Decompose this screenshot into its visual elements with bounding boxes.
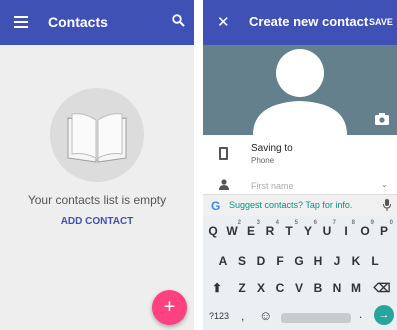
suggestion-text[interactable]: Suggest contacts? Tap for info. (229, 200, 352, 210)
key-p[interactable]: P0 (375, 220, 393, 238)
key-n[interactable]: N (328, 281, 346, 295)
search-icon[interactable] (172, 14, 185, 27)
contacts-app-bar: Contacts (0, 0, 194, 45)
empty-illustration (50, 88, 144, 182)
first-name-row (203, 174, 397, 194)
emoji-key[interactable]: ☺ (259, 308, 272, 323)
key-u[interactable]: U7 (318, 220, 336, 238)
google-icon: G (211, 199, 221, 213)
period-key[interactable]: . (359, 307, 362, 321)
create-title: Create new contact (249, 14, 369, 29)
book-icon (67, 113, 127, 163)
backspace-key[interactable]: ⌫ (373, 281, 391, 295)
create-contact-screen: ✕ Create new contact SAVE Saving to Phon… (203, 0, 397, 330)
chevron-down-icon[interactable]: ⌄ (381, 180, 388, 189)
key-s[interactable]: S (233, 254, 251, 268)
key-f[interactable]: F (271, 254, 289, 268)
key-w[interactable]: W2 (223, 220, 241, 238)
key-b[interactable]: B (309, 281, 327, 295)
mic-icon[interactable] (383, 199, 391, 211)
key-v[interactable]: V (290, 281, 308, 295)
add-contact-button[interactable]: ADD CONTACT (0, 216, 194, 227)
phone-icon (219, 147, 228, 160)
symbols-key[interactable]: ?123 (209, 311, 229, 321)
key-z[interactable]: Z (233, 281, 251, 295)
key-h[interactable]: H (309, 254, 327, 268)
close-icon[interactable]: ✕ (217, 13, 230, 31)
avatar-placeholder-icon (253, 49, 347, 135)
key-k[interactable]: K (347, 254, 365, 268)
key-t[interactable]: T5 (280, 220, 298, 238)
shift-key[interactable]: ⬆ (208, 281, 226, 295)
saving-to-value: Phone (251, 156, 275, 165)
key-g[interactable]: G (290, 254, 308, 268)
key-m[interactable]: M (347, 281, 365, 295)
saving-to-row[interactable] (203, 135, 397, 173)
comma-key[interactable]: , (241, 309, 244, 323)
camera-icon[interactable] (375, 113, 389, 125)
save-button[interactable]: SAVE (369, 17, 393, 27)
key-e[interactable]: E3 (242, 220, 260, 238)
enter-key[interactable]: → (374, 305, 394, 325)
saving-to-label: Saving to (251, 143, 293, 154)
key-a[interactable]: A (214, 254, 232, 268)
contacts-screen: Contacts Your contacts list is empty ADD… (0, 0, 194, 330)
menu-icon[interactable] (14, 16, 28, 28)
space-key[interactable] (281, 313, 351, 323)
key-j[interactable]: J (328, 254, 346, 268)
empty-message: Your contacts list is empty (27, 193, 167, 207)
create-app-bar: ✕ Create new contact SAVE (203, 0, 397, 45)
key-l[interactable]: L (366, 254, 384, 268)
key-d[interactable]: D (252, 254, 270, 268)
add-fab-button[interactable]: + (152, 290, 187, 325)
key-q[interactable]: Q (204, 224, 222, 238)
key-r[interactable]: R4 (261, 220, 279, 238)
person-icon (219, 179, 229, 190)
key-y[interactable]: Y6 (299, 220, 317, 238)
contacts-title: Contacts (48, 14, 108, 30)
key-i[interactable]: I8 (337, 220, 355, 238)
key-x[interactable]: X (252, 281, 270, 295)
first-name-field[interactable]: First name (251, 181, 294, 191)
contact-photo[interactable] (203, 45, 397, 135)
key-o[interactable]: O9 (356, 220, 374, 238)
key-c[interactable]: C (271, 281, 289, 295)
